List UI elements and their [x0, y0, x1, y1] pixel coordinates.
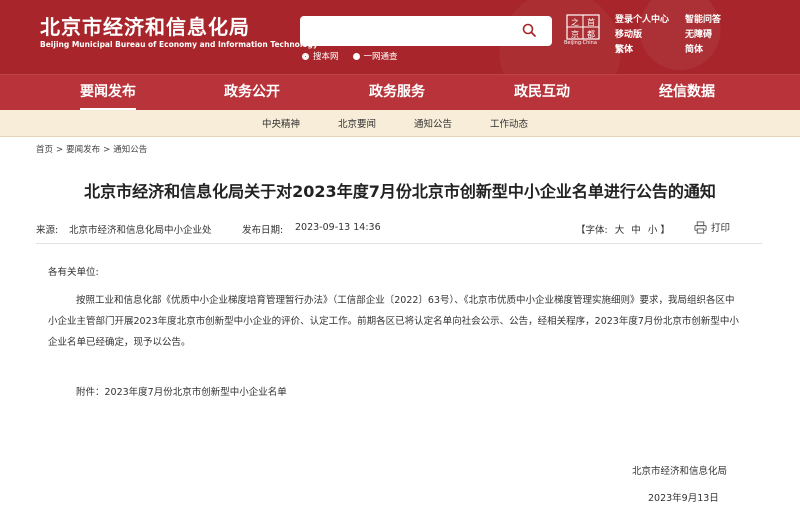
radio-unselected-icon	[352, 52, 360, 60]
font-size-large-button[interactable]: 大	[615, 225, 625, 236]
mobile-version-link[interactable]: 移动版	[615, 29, 685, 42]
nav-data[interactable]: 经信数据	[659, 75, 715, 111]
source-value: 北京市经济和信息化局中小企业处	[69, 225, 212, 236]
subnav-notices[interactable]: 通知公告	[414, 116, 452, 130]
breadcrumb-news[interactable]: 要闻发布	[66, 145, 100, 155]
site-header: 北京市经济和信息化局 Beijing Municipal Bureau of E…	[0, 0, 800, 74]
meta-divider	[36, 243, 762, 244]
nav-news[interactable]: 要闻发布	[80, 75, 136, 111]
nav-government-services[interactable]: 政务服务	[369, 75, 425, 111]
breadcrumb-separator: >	[103, 145, 111, 155]
accessibility-link[interactable]: 无障碍	[685, 29, 755, 42]
source-label: 来源:	[36, 225, 59, 236]
traditional-chinese-link[interactable]: 繁体	[615, 44, 685, 57]
subnav-beijing-news[interactable]: 北京要闻	[338, 116, 376, 130]
page-title: 北京市经济和信息化局关于对2023年度7月份北京市创新型中小企业名单进行公告的通…	[84, 182, 716, 201]
publish-date-value: 2023-09-13 14:36	[295, 222, 381, 233]
search-input[interactable]	[300, 16, 552, 46]
subnav-work-updates[interactable]: 工作动态	[490, 116, 528, 130]
subnav-central-spirit[interactable]: 中央精神	[262, 116, 300, 130]
svg-text:都: 都	[587, 30, 595, 39]
font-size-control: 【字体: 大 中 小 】	[576, 222, 670, 236]
nav-public-interaction[interactable]: 政民互动	[514, 75, 570, 111]
radio-selected-icon	[302, 52, 309, 60]
logo-caption: Beijing·China	[564, 40, 597, 46]
svg-text:之: 之	[571, 17, 579, 27]
publish-date-label: 发布日期:	[242, 225, 284, 236]
signature: 北京市经济和信息化局	[632, 466, 728, 477]
font-size-close: 】	[660, 225, 670, 236]
breadcrumb-separator: >	[56, 145, 64, 155]
simplified-chinese-link[interactable]: 简体	[685, 44, 755, 57]
site-subtitle: Beijing Municipal Bureau of Economy and …	[40, 40, 318, 49]
search-icon[interactable]	[521, 22, 537, 38]
smart-qa-link[interactable]: 智能问答	[685, 14, 755, 27]
font-size-medium-button[interactable]: 中	[631, 225, 641, 236]
search-scope-all[interactable]: 一网通查	[352, 50, 398, 62]
font-size-small-button[interactable]: 小	[648, 225, 658, 236]
print-label: 打印	[711, 223, 731, 234]
article-paragraph: 按照工业和信息化部《优质中小企业梯度培育管理暂行办法》（工信部企业〔2022〕6…	[48, 295, 739, 348]
breadcrumb: 首页 > 要闻发布 > 通知公告	[36, 143, 147, 155]
nav-government-affairs[interactable]: 政务公开	[224, 75, 280, 111]
top-links: 登录个人中心 智能问答 移动版 无障碍 繁体 简体	[615, 14, 785, 57]
breadcrumb-notices[interactable]: 通知公告	[113, 145, 147, 155]
svg-text:京: 京	[571, 29, 579, 39]
main-nav: 要闻发布 政务公开 政务服务 政民互动 经信数据	[0, 74, 800, 111]
print-button[interactable]: 打印	[694, 220, 730, 234]
svg-text:首: 首	[587, 17, 595, 27]
attachment-link[interactable]: 附件：2023年度7月份北京市创新型中小企业名单	[76, 382, 776, 403]
site-title[interactable]: 北京市经济和信息化局	[40, 11, 250, 40]
font-size-label: 【字体:	[576, 225, 608, 236]
salutation: 各有关单位:	[48, 267, 99, 278]
printer-icon	[694, 220, 707, 234]
breadcrumb-home[interactable]: 首页	[36, 145, 53, 155]
login-link[interactable]: 登录个人中心	[615, 14, 685, 27]
sub-nav: 中央精神 北京要闻 通知公告 工作动态	[0, 110, 800, 137]
search-scope-site[interactable]: 搜本网	[302, 50, 339, 62]
search-scope-options: 搜本网 一网通查	[302, 50, 398, 62]
sign-date: 2023年9月13日	[648, 493, 719, 504]
